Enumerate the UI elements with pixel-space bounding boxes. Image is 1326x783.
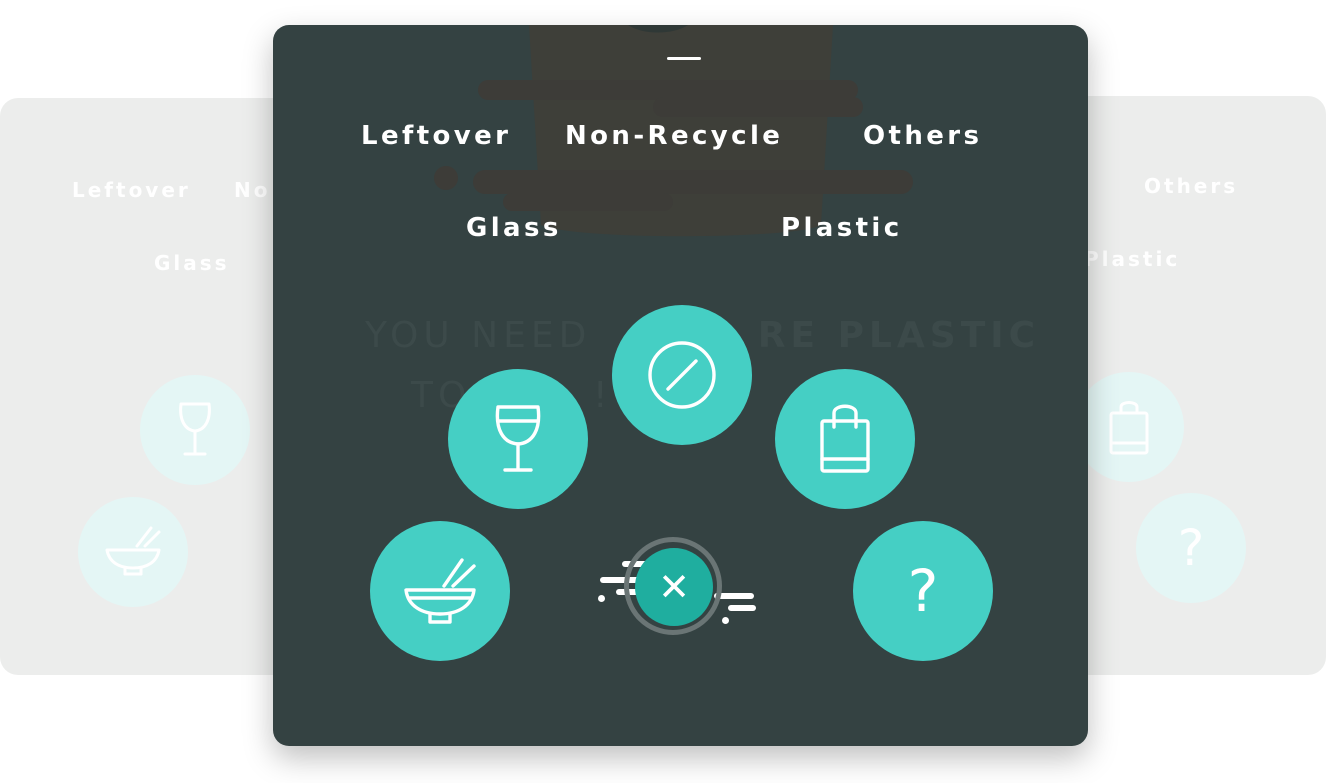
others-button[interactable]: ? [853,521,993,661]
plastic-button[interactable] [775,369,915,509]
non-recycle-button[interactable] [612,305,752,445]
background-message-prefix: YOU NEED [365,315,608,356]
left-card-label-non-recycle: No [234,178,271,202]
shopping-bag-icon [820,404,870,473]
right-card-question-button: ? [1136,493,1246,603]
left-card-label-glass: Glass [154,251,230,275]
question-icon: ? [907,557,939,625]
close-button[interactable]: ✕ [635,548,713,626]
right-card-plastic-button [1074,372,1184,482]
close-icon: ✕ [658,565,690,609]
background-message-bold: RE PLASTIC [757,315,1041,356]
category-others[interactable]: Others [863,121,982,151]
speed-dot [598,595,605,602]
category-picker-card: Leftover Non-Recycle Others Glass Plasti… [273,25,1088,746]
leftover-button[interactable] [370,521,510,661]
question-icon: ? [1177,519,1205,577]
category-leftover[interactable]: Leftover [361,121,511,151]
wine-glass-icon [495,405,541,472]
speed-dot [722,617,729,624]
left-card-leftover-button [78,497,188,607]
category-glass[interactable]: Glass [466,213,562,243]
drag-handle[interactable] [667,57,701,60]
close-control: ✕ [596,535,762,635]
background-illustration [434,25,913,237]
right-background-card: Others Plastic ? [1050,96,1326,675]
shopping-bag-icon [1109,401,1149,455]
category-plastic[interactable]: Plastic [781,213,903,243]
bowl-chopsticks-icon [404,558,476,624]
speed-line [728,605,756,611]
right-card-label-others: Others [1144,174,1239,198]
left-card-label-leftover: Leftover [72,178,191,202]
left-card-glass-button [140,375,250,485]
left-background-card: Leftover No Glass [0,98,300,675]
category-non-recycle[interactable]: Non-Recycle [565,121,783,151]
wine-glass-icon [179,402,211,456]
no-entry-icon [648,341,716,409]
glass-button[interactable] [448,369,588,509]
bowl-chopsticks-icon [105,526,161,576]
right-card-label-plastic: Plastic [1084,247,1181,271]
